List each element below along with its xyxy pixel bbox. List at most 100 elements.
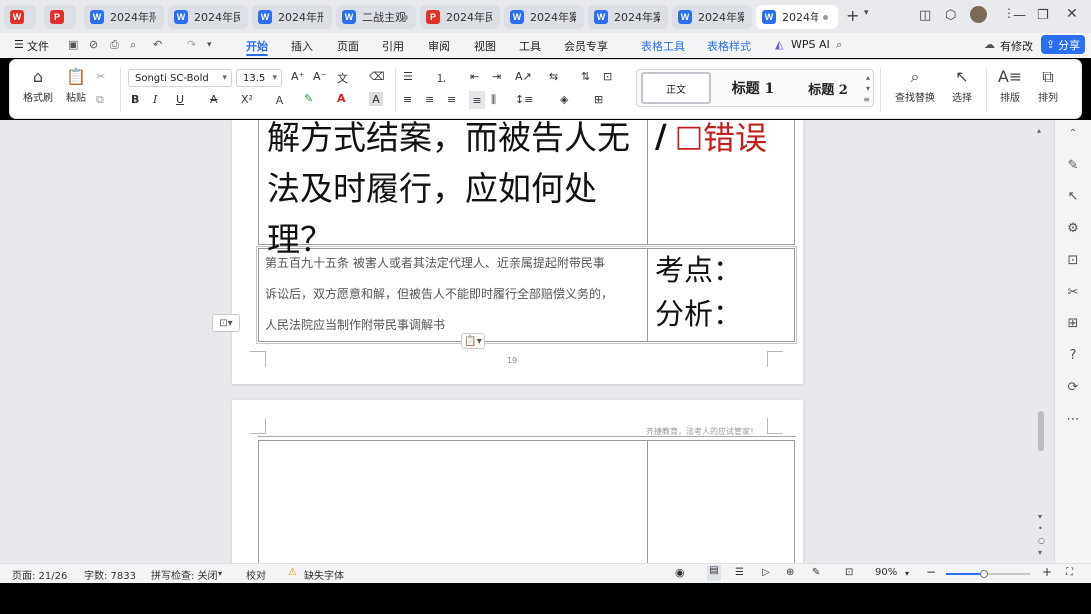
tab-page[interactable]: 页面: [337, 38, 359, 54]
expand-icon[interactable]: ≡: [863, 95, 870, 104]
cursor-icon[interactable]: ↖: [1063, 189, 1083, 204]
style-heading-1[interactable]: 标题 1: [717, 72, 789, 104]
more-icon[interactable]: ⋯: [1063, 412, 1083, 427]
link-icon[interactable]: ⊘: [89, 38, 98, 51]
adjust-icon[interactable]: ⚙: [1063, 221, 1083, 236]
vertical-scrollbar[interactable]: ▴ ▾ • ○ ▾: [1036, 126, 1046, 560]
cube-icon[interactable]: ⬡: [945, 8, 956, 23]
increase-indent-icon[interactable]: ⇥: [492, 70, 501, 83]
save-icon[interactable]: ▣: [68, 38, 78, 51]
paste-options-icon[interactable]: 📋▾: [461, 333, 485, 349]
tab-table-style[interactable]: 表格样式: [707, 38, 751, 54]
clear-format-icon[interactable]: ⌫: [369, 70, 385, 83]
outline-view-icon[interactable]: ☰: [735, 567, 744, 578]
page[interactable]: 齐捷教育，法考人的应试管家！: [232, 400, 803, 563]
borders-icon[interactable]: ⊞: [594, 93, 603, 106]
cut-icon[interactable]: ✂: [96, 70, 105, 83]
font-color-icon[interactable]: A: [337, 92, 346, 105]
strikethrough-button[interactable]: A: [210, 93, 218, 106]
align-center-icon[interactable]: ≡: [425, 93, 434, 106]
fullscreen-icon[interactable]: ⛶: [1066, 567, 1073, 578]
font-size-select[interactable]: 13.5 ▾: [236, 69, 282, 87]
search-icon[interactable]: ⌕: [836, 38, 842, 52]
zoom-out-icon[interactable]: −: [926, 565, 936, 579]
wps-ai-button[interactable]: WPS AI: [791, 38, 830, 51]
table-cell[interactable]: [258, 440, 648, 563]
copy-icon[interactable]: ⧉: [96, 93, 104, 107]
hamburger-icon[interactable]: ☰: [14, 38, 24, 51]
eye-icon[interactable]: ◉: [675, 566, 685, 579]
style-normal[interactable]: 正文: [641, 72, 711, 104]
web-view-icon[interactable]: ⊕: [786, 567, 794, 578]
sort-icon[interactable]: ⇅: [581, 70, 590, 83]
pdf-tab[interactable]: P 2024年民法: [420, 5, 500, 29]
page-view-icon[interactable]: ▤: [707, 565, 721, 581]
redo-icon[interactable]: ↷: [187, 38, 196, 51]
missing-font-button[interactable]: 缺失字体: [304, 567, 344, 582]
undo-icon[interactable]: ↶: [153, 38, 162, 51]
page-indicator[interactable]: 页面: 21/26: [12, 567, 67, 582]
window-layout-icon[interactable]: ◫: [919, 8, 931, 23]
layout-button[interactable]: A≡ 排版: [994, 68, 1026, 105]
play-icon[interactable]: ▷: [762, 567, 770, 578]
pen-icon[interactable]: ✎: [812, 567, 820, 578]
tab-review[interactable]: 审阅: [428, 38, 450, 54]
justify-icon[interactable]: ≡: [469, 91, 485, 109]
scroll-down-icon[interactable]: ▾: [1038, 512, 1042, 521]
page[interactable]: 解方式结案，而被告人无 法及时履行，应如何处 理？ / □ 错误 第五百九十五条…: [232, 120, 803, 384]
word-count[interactable]: 字数: 7833: [84, 567, 136, 582]
shading-icon[interactable]: ◈: [560, 93, 568, 106]
chevron-down-icon[interactable]: ▾: [866, 84, 870, 93]
print-icon[interactable]: ⎙: [110, 38, 119, 52]
grow-font-icon[interactable]: A⁺: [291, 70, 304, 83]
numbered-list-icon[interactable]: ⒈: [436, 70, 447, 86]
tab-tools[interactable]: 工具: [519, 38, 541, 54]
doc-tab[interactable]: W 2024年案例: [504, 5, 584, 29]
line-break-icon[interactable]: ⇆: [549, 70, 558, 83]
share-button[interactable]: ⇪ 分享: [1041, 35, 1085, 54]
tab-table-tools[interactable]: 表格工具: [641, 38, 685, 54]
modified-status[interactable]: 有修改: [1000, 38, 1033, 54]
doc-tab[interactable]: W 2024年民诉: [168, 5, 248, 29]
tab-references[interactable]: 引用: [382, 38, 404, 54]
doc-tab[interactable]: W 2024年刑诉: [252, 5, 332, 29]
select-button[interactable]: ↖ 选择: [946, 68, 978, 105]
align-left-icon[interactable]: ≡: [403, 93, 412, 106]
table-handle-icon[interactable]: ⊡▾: [212, 314, 240, 332]
file-menu[interactable]: 文件: [27, 38, 49, 54]
avatar[interactable]: [970, 6, 987, 23]
tools-icon[interactable]: ✂: [1063, 285, 1083, 300]
help-icon[interactable]: ?: [1063, 348, 1083, 363]
font-name-select[interactable]: Songti SC-Bold ▾: [128, 69, 232, 87]
checkbox-icon[interactable]: □: [675, 120, 703, 154]
tab-view[interactable]: 视图: [474, 38, 496, 54]
chevron-up-icon[interactable]: ▴: [866, 73, 870, 82]
zoom-slider[interactable]: [946, 570, 1030, 578]
new-tab-icon[interactable]: +: [846, 6, 859, 25]
book-icon[interactable]: ⊞: [1063, 316, 1083, 331]
scroll-thumb[interactable]: [1038, 411, 1044, 451]
shrink-font-icon[interactable]: A⁻: [313, 70, 326, 83]
distribute-icon[interactable]: ⫼: [491, 93, 496, 107]
decrease-indent-icon[interactable]: ⇤: [470, 70, 479, 83]
text-effect-icon[interactable]: Ａ: [274, 92, 285, 108]
show-marks-icon[interactable]: ⊡: [603, 70, 612, 83]
spellcheck-status[interactable]: 拼写检查: 关闭: [151, 567, 218, 582]
line-spacing-icon[interactable]: ↕≡: [515, 93, 533, 106]
proofread-button[interactable]: 校对: [246, 567, 266, 582]
chevron-down-icon[interactable]: ▾: [864, 8, 869, 18]
prev-page-icon[interactable]: •: [1038, 524, 1043, 533]
next-page-icon[interactable]: ▾: [1038, 548, 1042, 557]
close-icon[interactable]: ✕: [1066, 6, 1078, 22]
scroll-up-icon[interactable]: ▴: [1037, 126, 1041, 135]
pen-icon[interactable]: ✎: [1063, 158, 1083, 173]
zoom-level[interactable]: 90%: [875, 567, 897, 578]
doc-tab[interactable]: W 2024年案例: [672, 5, 752, 29]
doc-tab[interactable]: W 2024年刑: [84, 5, 164, 29]
pdf-tab[interactable]: P: [44, 5, 76, 29]
arrange-button[interactable]: ⧉ 排列: [1032, 68, 1064, 105]
char-shading-icon[interactable]: A: [369, 92, 383, 106]
tab-insert[interactable]: 插入: [291, 38, 313, 54]
image-edit-icon[interactable]: ⊡: [1063, 253, 1083, 268]
underline-button[interactable]: U: [176, 93, 184, 106]
